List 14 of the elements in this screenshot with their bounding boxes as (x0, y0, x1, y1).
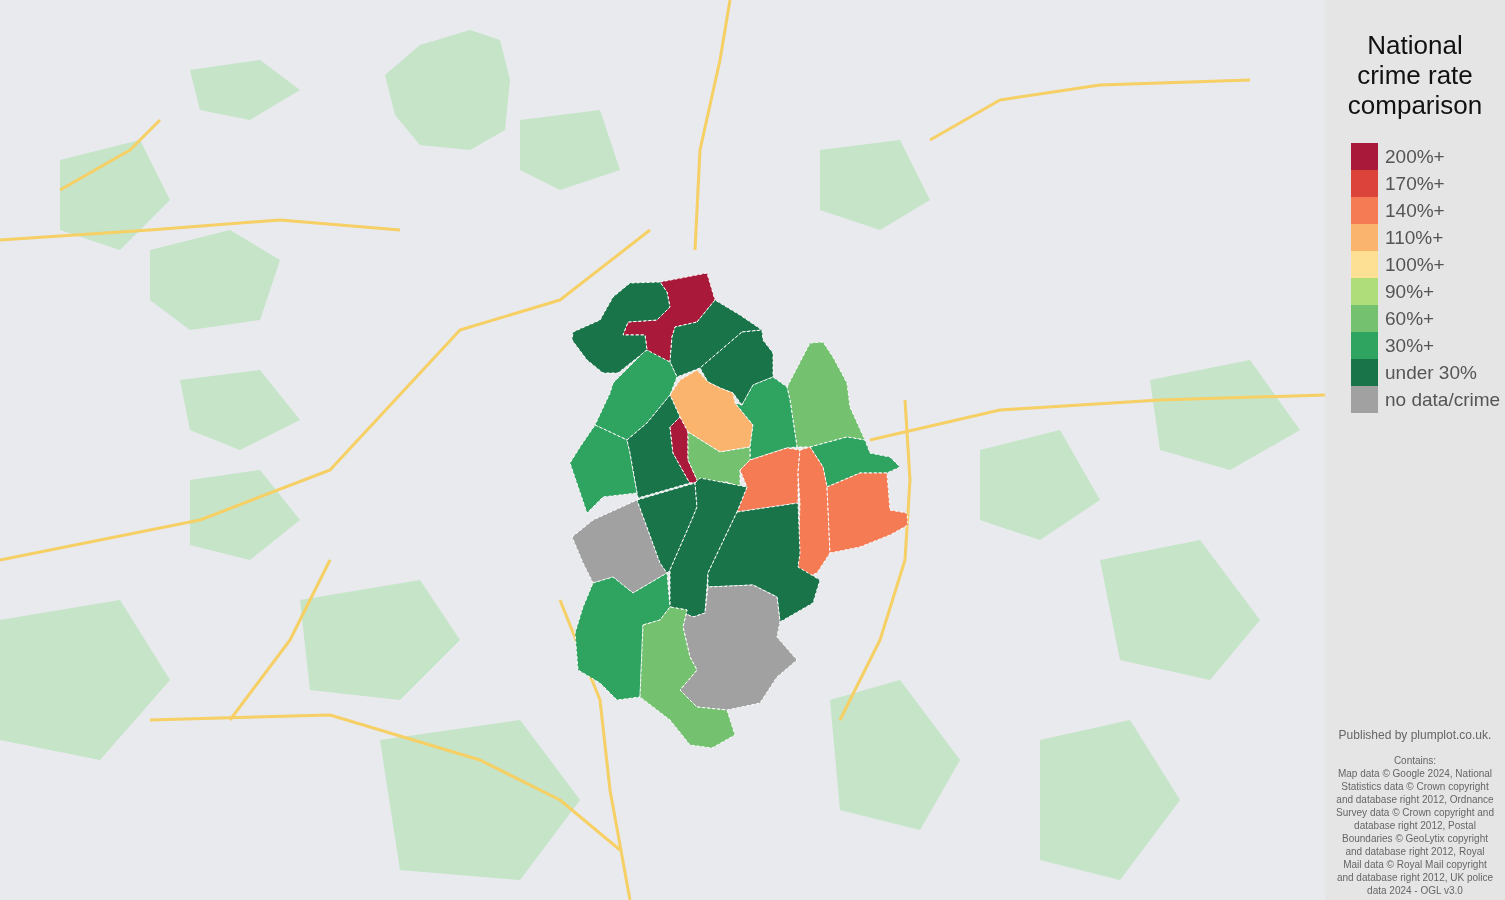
legend-label: 30%+ (1385, 334, 1435, 357)
legend-label: 200%+ (1385, 145, 1445, 168)
legend-title: National crime rate comparison (1346, 30, 1484, 120)
legend-label: 60%+ (1385, 307, 1435, 330)
contains-label: Contains: (1392, 754, 1438, 767)
legend-label: 100%+ (1385, 253, 1445, 276)
legend-label: 140%+ (1385, 199, 1445, 222)
legend-label: 110%+ (1385, 226, 1444, 249)
legend-label: 90%+ (1385, 280, 1435, 303)
attribution-text: Map data © Google 2024, National Statistics data © Crown copyright and database right 2012, Ordnance Survey data © Crown copyright and database right 2012, Postal Boundaries © GeoLytix copyright and database right 2012, Royal Mail data © Royal Mail copyright and database right 2012, UK police data 2024 - OGL v3.0 (1335, 767, 1495, 897)
legend-label: under 30% (1385, 361, 1477, 384)
legend-label: no data/crime (1385, 388, 1501, 411)
legend-label: 170%+ (1385, 172, 1445, 195)
publisher-credit: Published by plumplot.co.uk. (1338, 728, 1492, 742)
